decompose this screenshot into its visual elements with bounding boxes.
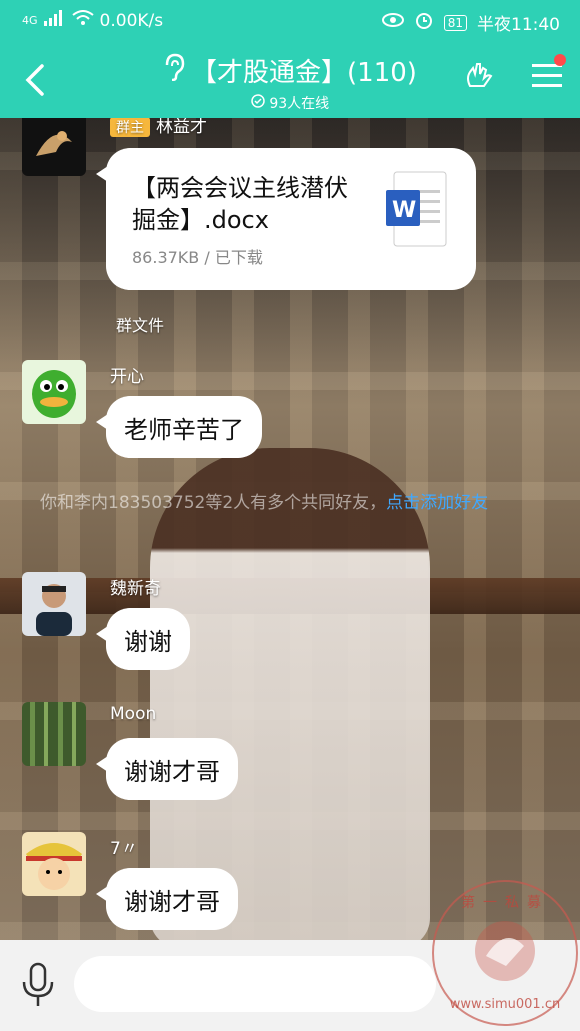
menu-icon: [532, 64, 562, 87]
status-bar: 4G 0.00K/s 81 半夜11:40: [0, 0, 580, 40]
message-bubble-moon[interactable]: 谢谢才哥: [96, 738, 238, 800]
sender-weixinqi: 魏新奇: [110, 579, 161, 599]
owner-badge: 群主: [110, 118, 150, 137]
header-actions: [464, 54, 566, 94]
watermark-seal: 第一私募 www.simu001.cn: [432, 880, 578, 1026]
microphone-icon: [22, 962, 54, 1006]
avatar-moon[interactable]: [22, 702, 86, 766]
watermark-bottom-text: www.simu001.cn: [449, 997, 561, 1012]
message-bubble-kaixin[interactable]: 老师辛苦了: [96, 396, 262, 458]
signal-icon: [43, 10, 66, 31]
watermark-top-text: 第一私募: [461, 895, 549, 911]
avatar-kaixin[interactable]: [22, 360, 86, 424]
word-doc-icon: W: [384, 170, 448, 248]
eye-icon: [381, 12, 404, 33]
sender-name: 林益才: [156, 118, 207, 137]
chat-header: 【才股通金】(110) 93人在线: [0, 40, 580, 118]
system-notice: 你和李内183503752等2人有多个共同好友，点击添加好友: [40, 492, 530, 514]
clock: 半夜11:40: [477, 15, 560, 35]
online-icon: [251, 94, 269, 112]
status-right: 81 半夜11:40: [381, 10, 560, 35]
svg-text:W: W: [392, 198, 416, 223]
message-bubble-seven[interactable]: 谢谢才哥: [96, 868, 238, 930]
watermark-logo: [475, 921, 535, 981]
avatar-seven[interactable]: [22, 832, 86, 896]
title-row: 【才股通金】(110): [163, 52, 417, 89]
message-text: 谢谢才哥: [124, 887, 220, 916]
chat-area[interactable]: 群主 林益才 【两会会议主线潜伏掘金】.docx 86.37KB / 已下载 W …: [0, 118, 580, 940]
sender-kaixin: 开心: [110, 367, 144, 387]
group-file-label: 群文件: [116, 316, 165, 335]
online-status: 93人在线: [0, 93, 580, 113]
wifi-icon: [71, 10, 94, 31]
battery-icon: 81: [443, 14, 467, 31]
network-type: 4G: [22, 14, 38, 27]
alarm-icon: [414, 11, 434, 34]
file-name: 【两会会议主线潜伏掘金】.docx: [132, 174, 348, 234]
network-speed: 0.00K/s: [99, 10, 164, 31]
file-message-bubble[interactable]: 【两会会议主线潜伏掘金】.docx 86.37KB / 已下载 W: [96, 148, 476, 290]
avatar-weixinqi[interactable]: [22, 572, 86, 636]
message-bubble-weixinqi[interactable]: 谢谢: [96, 608, 190, 670]
message-input[interactable]: [74, 956, 436, 1012]
message-text: 谢谢才哥: [124, 757, 220, 786]
notification-dot: [554, 54, 566, 66]
ear-icon: [163, 53, 185, 88]
online-count: 93人在线: [269, 96, 330, 112]
hand-gesture-icon[interactable]: [464, 60, 494, 94]
message-text: 谢谢: [124, 627, 172, 656]
background-figure: [150, 448, 430, 940]
system-text: 你和李内183503752等2人有多个共同好友，: [40, 493, 387, 513]
voice-button[interactable]: [20, 962, 56, 1008]
sender-moon: Moon: [110, 704, 157, 724]
menu-button[interactable]: [532, 54, 566, 92]
file-meta: 86.37KB / 已下载: [132, 248, 263, 267]
sender-owner: 群主 林益才: [110, 118, 207, 137]
group-title: 【才股通金】(110): [191, 58, 417, 88]
message-text: 老师辛苦了: [124, 415, 244, 444]
add-friend-link[interactable]: 点击添加好友: [386, 493, 488, 513]
status-left: 4G 0.00K/s: [22, 10, 163, 31]
avatar-owner[interactable]: [22, 118, 86, 176]
sender-seven: 7〃: [110, 839, 138, 859]
